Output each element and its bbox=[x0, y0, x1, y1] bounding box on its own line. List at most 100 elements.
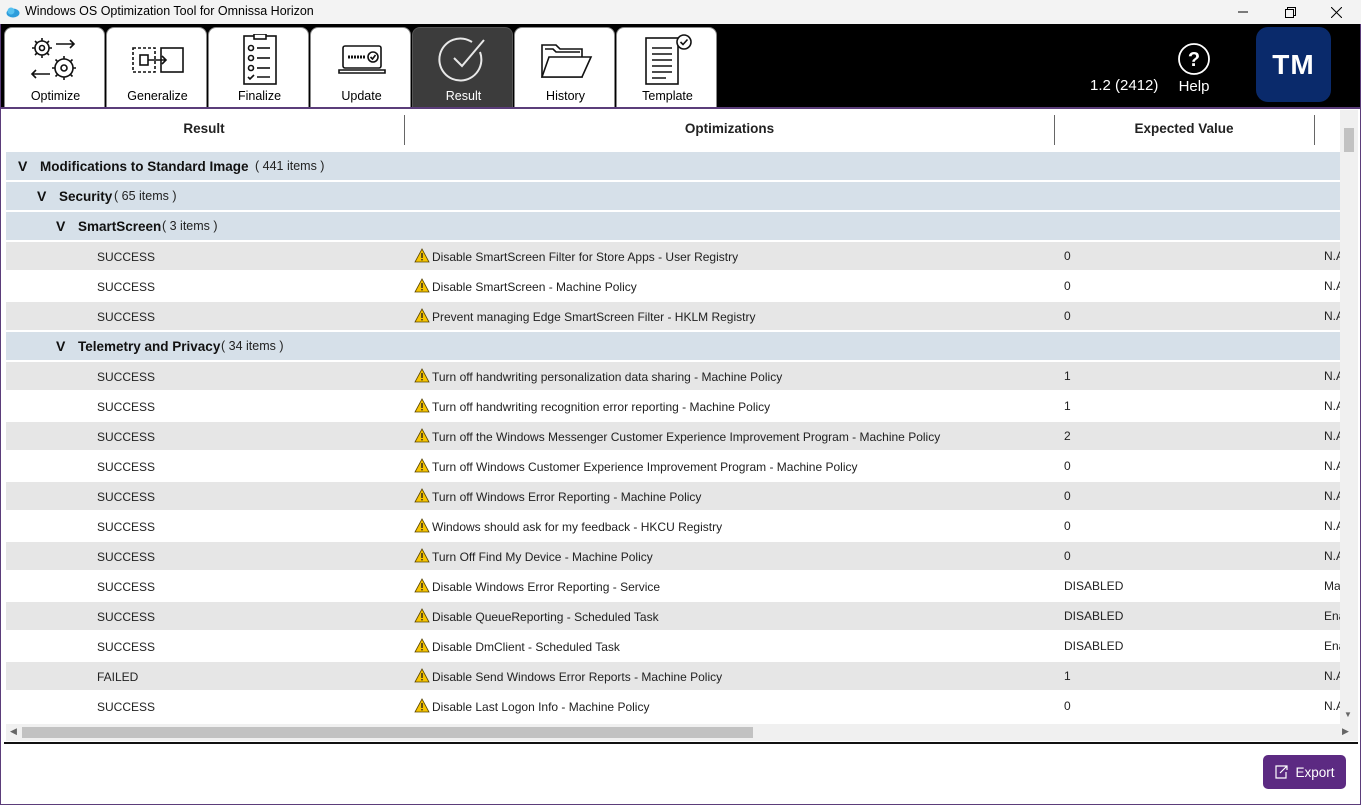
expand-toggle[interactable]: V bbox=[18, 158, 27, 174]
column-separator[interactable] bbox=[1314, 115, 1315, 145]
vertical-scrollbar[interactable]: ▼ bbox=[1340, 110, 1358, 724]
table-row[interactable]: SUCCESS Turn off handwriting recognition… bbox=[6, 392, 1340, 421]
optimization-name: Disable SmartScreen Filter for Store App… bbox=[432, 250, 739, 264]
close-button[interactable] bbox=[1313, 0, 1359, 24]
column-header-optimizations[interactable]: Optimizations bbox=[405, 121, 1054, 136]
tab-template[interactable]: Template bbox=[616, 27, 717, 108]
tab-optimize[interactable]: Optimize bbox=[4, 27, 105, 108]
current-value: N.A bbox=[1324, 279, 1340, 293]
current-value: Ena bbox=[1324, 639, 1340, 653]
table-row[interactable]: SUCCESS Disable SmartScreen - Machine Po… bbox=[6, 272, 1340, 301]
tab-finalize-label: Finalize bbox=[237, 89, 282, 103]
result-status: FAILED bbox=[97, 670, 139, 684]
table-row[interactable]: SUCCESS Disable QueueReporting - Schedul… bbox=[6, 602, 1340, 631]
generalize-icon bbox=[131, 47, 184, 73]
warning-icon bbox=[414, 398, 430, 413]
help-button[interactable]: ? Help bbox=[1170, 42, 1218, 102]
table-row[interactable]: SUCCESS Disable Last Logon Info - Machin… bbox=[6, 692, 1340, 721]
group-count: ( 3 items ) bbox=[162, 219, 218, 233]
warning-icon bbox=[414, 638, 430, 653]
group-row-security[interactable]: V Security ( 65 items ) bbox=[6, 182, 1340, 211]
current-value: N.A bbox=[1324, 369, 1340, 383]
table-row[interactable]: SUCCESS Turn off handwriting personaliza… bbox=[6, 362, 1340, 391]
current-value: Ena bbox=[1324, 609, 1340, 623]
group-title: Modifications to Standard Image bbox=[40, 159, 249, 174]
group-count: ( 441 items ) bbox=[255, 159, 325, 173]
expected-value: 1 bbox=[1064, 369, 1071, 383]
optimization-name: Turn off Windows Error Reporting - Machi… bbox=[432, 490, 702, 504]
tab-finalize[interactable]: Finalize bbox=[208, 27, 309, 108]
table-row[interactable]: SUCCESS Windows should ask for my feedba… bbox=[6, 512, 1340, 541]
result-status: SUCCESS bbox=[97, 580, 156, 594]
horizontal-scrollbar[interactable]: ◀ ▶ bbox=[6, 724, 1358, 741]
expand-toggle[interactable]: V bbox=[56, 338, 65, 354]
expected-value: 0 bbox=[1064, 699, 1071, 713]
tab-optimize-label: Optimize bbox=[30, 89, 81, 103]
scroll-left-arrow-icon[interactable]: ◀ bbox=[10, 726, 17, 737]
export-button[interactable]: Export bbox=[1263, 755, 1346, 789]
avatar[interactable]: TM bbox=[1256, 27, 1331, 102]
current-value: Ma bbox=[1324, 579, 1340, 593]
optimization-name: Windows should ask for my feedback - HKC… bbox=[432, 520, 723, 534]
table-row[interactable]: SUCCESS Turn Off Find My Device - Machin… bbox=[6, 542, 1340, 571]
restore-button[interactable] bbox=[1267, 0, 1313, 24]
tab-generalize[interactable]: Generalize bbox=[106, 27, 207, 108]
export-label: Export bbox=[1295, 764, 1335, 780]
result-status: SUCCESS bbox=[97, 610, 156, 624]
current-value: N.A bbox=[1324, 459, 1340, 473]
table-row[interactable]: SUCCESS Turn off Windows Customer Experi… bbox=[6, 452, 1340, 481]
expected-value: 1 bbox=[1064, 399, 1071, 413]
column-header-result[interactable]: Result bbox=[4, 121, 404, 136]
minimize-button[interactable] bbox=[1220, 0, 1266, 24]
horizontal-scroll-thumb[interactable] bbox=[22, 727, 753, 738]
scroll-down-arrow-icon[interactable]: ▼ bbox=[1344, 710, 1352, 719]
version-label: 1.2 (2412) bbox=[1090, 77, 1159, 94]
current-value: N.A bbox=[1324, 549, 1340, 563]
table-row[interactable]: SUCCESS Prevent managing Edge SmartScree… bbox=[6, 302, 1340, 331]
expected-value: 0 bbox=[1064, 489, 1071, 503]
warning-icon bbox=[414, 548, 430, 563]
tab-result[interactable]: Result bbox=[412, 27, 513, 108]
tab-history[interactable]: History bbox=[514, 27, 615, 108]
current-value: N.A bbox=[1324, 309, 1340, 323]
expand-toggle[interactable]: V bbox=[56, 218, 65, 234]
optimization-name: Disable Send Windows Error Reports - Mac… bbox=[432, 670, 723, 684]
gears-arrows-icon bbox=[30, 38, 76, 80]
warning-icon bbox=[414, 578, 430, 593]
expand-toggle[interactable]: V bbox=[37, 188, 46, 204]
optimization-name: Prevent managing Edge SmartScreen Filter… bbox=[432, 310, 756, 324]
group-row-smartscreen[interactable]: V SmartScreen ( 3 items ) bbox=[6, 212, 1340, 241]
optimization-name: Disable Last Logon Info - Machine Policy bbox=[432, 700, 650, 714]
table-row[interactable]: FAILED Disable Send Windows Error Report… bbox=[6, 662, 1340, 691]
group-count: ( 65 items ) bbox=[114, 189, 177, 203]
table-row[interactable]: SUCCESS Disable Windows Error Reporting … bbox=[6, 572, 1340, 601]
svg-text:?: ? bbox=[1188, 49, 1200, 71]
tab-update[interactable]: Update bbox=[310, 27, 411, 108]
warning-icon bbox=[414, 488, 430, 503]
optimization-name: Disable Windows Error Reporting - Servic… bbox=[432, 580, 661, 594]
expected-value: 0 bbox=[1064, 459, 1071, 473]
result-status: SUCCESS bbox=[97, 520, 156, 534]
table-row[interactable]: SUCCESS Turn off Windows Error Reporting… bbox=[6, 482, 1340, 511]
warning-icon bbox=[414, 248, 430, 263]
expected-value: DISABLED bbox=[1064, 609, 1124, 623]
result-status: SUCCESS bbox=[97, 490, 156, 504]
result-status: SUCCESS bbox=[97, 400, 156, 414]
group-title: Telemetry and Privacy bbox=[78, 339, 221, 354]
main-toolbar: Optimize Generalize Finalize Update Resu… bbox=[0, 24, 1361, 108]
table-row[interactable]: SUCCESS Turn off the Windows Messenger C… bbox=[6, 422, 1340, 451]
table-row[interactable]: SUCCESS Disable SmartScreen Filter for S… bbox=[6, 242, 1340, 271]
vertical-scroll-thumb[interactable] bbox=[1344, 128, 1354, 152]
column-header-expected-value[interactable]: Expected Value bbox=[1055, 121, 1313, 136]
expected-value: 0 bbox=[1064, 549, 1071, 563]
table-row[interactable]: SUCCESS Disable DmClient - Scheduled Tas… bbox=[6, 632, 1340, 661]
warning-icon bbox=[414, 608, 430, 623]
restore-icon bbox=[1284, 6, 1296, 18]
tab-result-label: Result bbox=[445, 89, 482, 103]
scroll-right-arrow-icon[interactable]: ▶ bbox=[1342, 726, 1349, 737]
group-row-telemetry[interactable]: V Telemetry and Privacy ( 34 items ) bbox=[6, 332, 1340, 361]
group-row-modifications[interactable]: V Modifications to Standard Image ( 441 … bbox=[6, 152, 1340, 181]
minimize-icon bbox=[1238, 11, 1248, 13]
optimization-name: Turn off handwriting recognition error r… bbox=[432, 400, 771, 414]
optimization-name: Turn off the Windows Messenger Customer … bbox=[432, 430, 941, 444]
